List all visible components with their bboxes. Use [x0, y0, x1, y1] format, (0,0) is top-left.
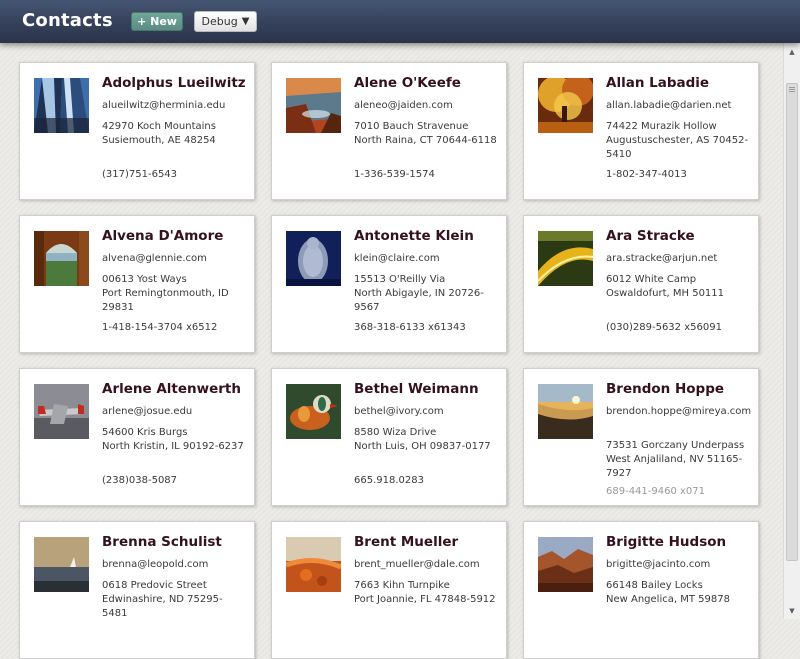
contact-address: 54600 Kris Burgs North Kristin, IL 90192… [102, 427, 244, 452]
contact-phone: (238)038-5087 [102, 475, 178, 486]
contact-email: allan.labadie@darien.net [606, 100, 732, 111]
contact-address: 8580 Wiza Drive North Luis, OH 09837-017… [354, 427, 491, 452]
contact-name: Antonette Klein [354, 228, 474, 244]
contact-email: aleneo@jaiden.com [354, 100, 453, 111]
autumn-tree-photo [538, 78, 593, 133]
mandarin-duck-photo [286, 384, 341, 439]
contact-email: brendon.hoppe@mireya.com [606, 406, 752, 417]
canyon-photo [538, 537, 593, 592]
contact-name: Brenna Schulist [102, 534, 222, 550]
contact-name: Ara Stracke [606, 228, 695, 244]
contact-address: 00613 Yost Ways Port Remingtonmouth, ID … [102, 274, 229, 313]
contact-email: klein@claire.com [354, 253, 440, 264]
contact-email: brent_mueller@dale.com [354, 559, 480, 570]
contact-email: ara.stracke@arjun.net [606, 253, 718, 264]
contact-card[interactable]: Alvena D'Amore alvena@glennie.com 00613 … [19, 215, 255, 353]
contact-address: 0618 Predovic Street Edwinashire, ND 752… [102, 580, 223, 619]
contact-address: 42970 Koch Mountains Susiemouth, AE 4825… [102, 121, 216, 146]
contact-name: Brent Mueller [354, 534, 459, 550]
contact-address: 66148 Bailey Locks New Angelica, MT 5987… [606, 580, 730, 605]
contact-email: brenna@leopold.com [102, 559, 209, 570]
contact-card[interactable]: Antonette Klein klein@claire.com 15513 O… [271, 215, 507, 353]
sea-sunset-photo [34, 537, 89, 592]
contact-address: 6012 White Camp Oswaldofurt, MH 50111 [606, 274, 725, 299]
grip-line [789, 89, 795, 90]
stone-archway-photo [34, 231, 89, 286]
contact-card[interactable]: Allan Labadie allan.labadie@darien.net 7… [523, 62, 759, 200]
contact-phone: 368-318-6133 x61343 [354, 322, 466, 333]
debug-label: Debug [201, 15, 238, 28]
contact-phone: 1-418-154-3704 x6512 [102, 322, 218, 333]
contact-card[interactable]: Brigitte Hudson brigitte@jacinto.com 661… [523, 521, 759, 659]
contact-card[interactable]: Brent Mueller brent_mueller@dale.com 766… [271, 521, 507, 659]
orange-grass-photo [286, 537, 341, 592]
coastal-rocks-photo [286, 78, 341, 133]
contacts-grid: Adolphus Lueilwitz alueilwitz@herminia.e… [19, 62, 759, 659]
grip-line [789, 91, 795, 92]
contact-address: 7663 Kihn Turnpike Port Joannie, FL 4784… [354, 580, 496, 605]
contact-name: Adolphus Lueilwitz [102, 75, 246, 91]
contact-email: brigitte@jacinto.com [606, 559, 711, 570]
contact-email: bethel@ivory.com [354, 406, 444, 417]
airplane-photo [34, 384, 89, 439]
contact-email: arlene@josue.edu [102, 406, 193, 417]
contact-name: Brigitte Hudson [606, 534, 727, 550]
contact-name: Brendon Hoppe [606, 381, 725, 397]
top-bar: Contacts + New Debug ▼ [0, 0, 800, 43]
caret-down-icon: ▼ [241, 16, 250, 27]
scroll-down-arrow-icon[interactable]: ▼ [784, 602, 800, 619]
scrollbar-thumb[interactable] [786, 83, 798, 561]
grip-line [789, 87, 795, 88]
contact-card[interactable]: Alene O'Keefe aleneo@jaiden.com 7010 Bau… [271, 62, 507, 200]
contact-name: Arlene Altenwerth [102, 381, 242, 397]
contact-email: alvena@glennie.com [102, 253, 207, 264]
wire-sculpture-photo [286, 231, 341, 286]
vertical-scrollbar[interactable]: ▲ ▼ [783, 43, 800, 619]
contact-address: 74422 Murazik Hollow Augustuschester, AS… [606, 121, 749, 160]
contact-phone: 1-336-539-1574 [354, 169, 435, 180]
contact-name: Alvena D'Amore [102, 228, 224, 244]
contact-phone: 1-802-347-4013 [606, 169, 687, 180]
contact-address: 15513 O'Reilly Via North Abigayle, IN 20… [354, 274, 484, 313]
contact-phone: 665.918.0283 [354, 475, 424, 486]
contact-card[interactable]: Arlene Altenwerth arlene@josue.edu 54600… [19, 368, 255, 506]
contact-phone: (317)751-6543 [102, 169, 178, 180]
contact-address: 7010 Bauch Stravenue North Raina, CT 706… [354, 121, 497, 146]
contact-card[interactable]: Ara Stracke ara.stracke@arjun.net 6012 W… [523, 215, 759, 353]
scroll-up-arrow-icon[interactable]: ▲ [784, 43, 800, 60]
contact-card[interactable]: Adolphus Lueilwitz alueilwitz@herminia.e… [19, 62, 255, 200]
contact-card[interactable]: Bethel Weimann bethel@ivory.com 8580 Wiz… [271, 368, 507, 506]
contact-name: Alene O'Keefe [354, 75, 461, 91]
contact-email: alueilwitz@herminia.edu [102, 100, 226, 111]
app-title: Contacts [22, 10, 113, 31]
contact-name: Allan Labadie [606, 75, 710, 91]
contact-phone: 689-441-9460 x071 [606, 486, 706, 497]
contact-address: 73531 Gorczany Underpass West Anjaliland… [606, 440, 745, 479]
road-lights-photo [538, 231, 593, 286]
contact-name: Bethel Weimann [354, 381, 479, 397]
beach-sunset-photo [538, 384, 593, 439]
skyscraper-photo [34, 78, 89, 133]
contact-card[interactable]: Brenna Schulist brenna@leopold.com 0618 … [19, 521, 255, 659]
contact-card[interactable]: Brendon Hoppe brendon.hoppe@mireya.com 7… [523, 368, 759, 506]
contact-phone: (030)289-5632 x56091 [606, 322, 722, 333]
new-contact-button[interactable]: + New [131, 12, 183, 31]
debug-dropdown-button[interactable]: Debug ▼ [194, 11, 257, 32]
